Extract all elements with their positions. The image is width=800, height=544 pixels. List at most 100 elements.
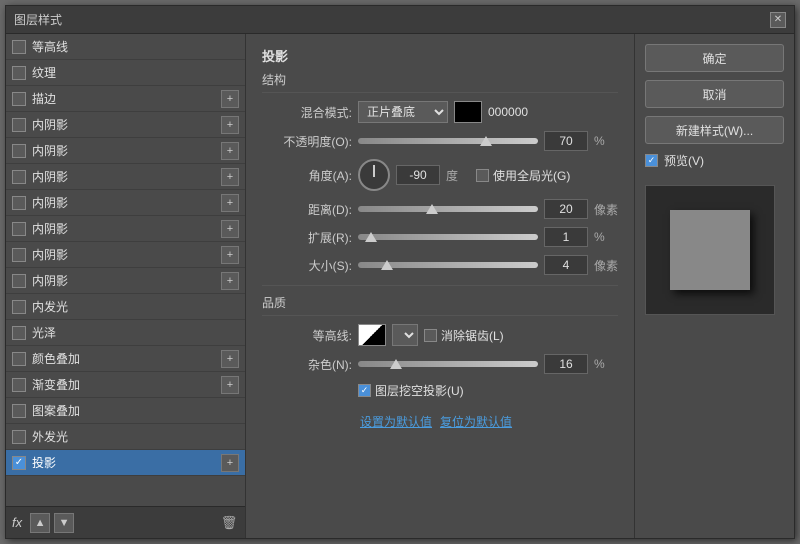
layer-knockout-row: ✓ 图层挖空投影(U) [262,382,618,399]
contour-dropdown[interactable] [392,324,418,346]
layer-item-drop-shadow[interactable]: ✓投影+ [6,450,245,476]
new-style-button[interactable]: 新建样式(W)... [645,116,784,144]
layer-knockout-checkbox[interactable]: ✓ [358,384,371,397]
quality-label: 品质 [262,294,618,316]
layer-add-btn-inner-shadow-5[interactable]: + [221,220,239,238]
size-input[interactable] [544,255,588,275]
anti-alias-row: 消除锯齿(L) [424,327,504,344]
layer-label-grain: 纹理 [32,64,239,81]
layer-item-equalization[interactable]: 等高线 [6,34,245,60]
layer-item-inner-shadow-3[interactable]: 内阴影+ [6,164,245,190]
opacity-input[interactable] [544,131,588,151]
layer-checkbox-color-overlay[interactable] [12,352,26,366]
global-light-checkbox[interactable] [476,169,489,182]
layer-add-btn-inner-shadow-7[interactable]: + [221,272,239,290]
layer-checkbox-inner-shadow-1[interactable] [12,118,26,132]
angle-unit: 度 [446,167,470,184]
contour-label: 等高线: [262,327,352,344]
layer-checkbox-inner-shadow-3[interactable] [12,170,26,184]
layer-checkbox-grain[interactable] [12,66,26,80]
layer-add-btn-drop-shadow[interactable]: + [221,454,239,472]
layer-item-inner-shadow-5[interactable]: 内阴影+ [6,216,245,242]
layer-checkbox-inner-shadow-4[interactable] [12,196,26,210]
distance-label: 距离(D): [262,201,352,218]
distance-input[interactable] [544,199,588,219]
layer-item-outer-glow[interactable]: 外发光 [6,424,245,450]
layer-checkbox-outer-glow[interactable] [12,430,26,444]
blend-color-swatch[interactable] [454,101,482,123]
layer-add-btn-inner-shadow-6[interactable]: + [221,246,239,264]
distance-slider[interactable] [358,206,538,212]
layer-add-btn-inner-shadow-3[interactable]: + [221,168,239,186]
layer-item-color-overlay[interactable]: 颜色叠加+ [6,346,245,372]
layer-checkbox-inner-shadow-6[interactable] [12,248,26,262]
layer-item-grain[interactable]: 纹理 [6,60,245,86]
layer-label-inner-shadow-1: 内阴影 [32,116,221,133]
layer-checkbox-inner-glow[interactable] [12,300,26,314]
layer-item-gradient-overlay[interactable]: 渐变叠加+ [6,372,245,398]
reset-default-button[interactable]: 复位为默认值 [440,411,512,432]
layer-item-inner-shadow-6[interactable]: 内阴影+ [6,242,245,268]
noise-input[interactable] [544,354,588,374]
layer-label-inner-shadow-4: 内阴影 [32,194,221,211]
opacity-slider[interactable] [358,138,538,144]
layer-checkbox-gloss[interactable] [12,326,26,340]
preview-checkbox[interactable]: ✓ [645,154,658,167]
layer-item-inner-shadow-1[interactable]: 内阴影+ [6,112,245,138]
title-bar: 图层样式 ✕ [6,6,794,34]
layer-item-inner-glow[interactable]: 内发光 [6,294,245,320]
blend-mode-select[interactable]: 正片叠底 [358,101,448,123]
close-button[interactable]: ✕ [770,12,786,28]
spread-input[interactable] [544,227,588,247]
set-default-button[interactable]: 设置为默认值 [360,411,432,432]
delete-button[interactable]: 🗑 [219,513,239,533]
layer-checkbox-stroke[interactable] [12,92,26,106]
layer-item-inner-shadow-2[interactable]: 内阴影+ [6,138,245,164]
size-slider[interactable] [358,262,538,268]
layer-checkbox-drop-shadow[interactable]: ✓ [12,456,26,470]
layer-checkbox-gradient-overlay[interactable] [12,378,26,392]
layer-add-btn-color-overlay[interactable]: + [221,350,239,368]
cancel-button[interactable]: 取消 [645,80,784,108]
preview-box [645,185,775,315]
blend-mode-label: 混合模式: [262,104,352,121]
distance-row: 距离(D): 像素 [262,199,618,219]
ok-button[interactable]: 确定 [645,44,784,72]
layer-item-stroke[interactable]: 描边+ [6,86,245,112]
layer-checkbox-inner-shadow-2[interactable] [12,144,26,158]
layer-checkbox-inner-shadow-7[interactable] [12,274,26,288]
size-row: 大小(S): 像素 [262,255,618,275]
layer-add-btn-inner-shadow-2[interactable]: + [221,142,239,160]
contour-thumb[interactable] [358,324,386,346]
opacity-row: 不透明度(O): % [262,131,618,151]
layer-add-btn-inner-shadow-1[interactable]: + [221,116,239,134]
angle-input[interactable] [396,165,440,185]
layer-item-inner-shadow-4[interactable]: 内阴影+ [6,190,245,216]
layer-add-btn-gradient-overlay[interactable]: + [221,376,239,394]
angle-dial[interactable] [358,159,390,191]
spread-slider[interactable] [358,234,538,240]
layer-checkbox-equalization[interactable] [12,40,26,54]
layer-checkbox-pattern-overlay[interactable] [12,404,26,418]
left-panel: 等高线纹理描边+内阴影+内阴影+内阴影+内阴影+内阴影+内阴影+内阴影+内发光光… [6,34,246,538]
blend-color-value: 000000 [488,105,528,119]
size-slider-container [358,262,538,268]
layer-item-gloss[interactable]: 光泽 [6,320,245,346]
middle-panel: 投影 结构 混合模式: 正片叠底 000000 不透明度(O): [246,34,634,538]
layer-checkbox-inner-shadow-5[interactable] [12,222,26,236]
distance-unit: 像素 [594,201,618,218]
anti-alias-checkbox[interactable] [424,329,437,342]
dialog-title: 图层样式 [14,11,62,28]
global-light-row: 使用全局光(G) [476,167,570,184]
opacity-label: 不透明度(O): [262,133,352,150]
layer-add-btn-inner-shadow-4[interactable]: + [221,194,239,212]
move-down-button[interactable]: ▼ [54,513,74,533]
layer-item-inner-shadow-7[interactable]: 内阴影+ [6,268,245,294]
layer-label-stroke: 描边 [32,90,221,107]
layer-item-pattern-overlay[interactable]: 图案叠加 [6,398,245,424]
noise-slider[interactable] [358,361,538,367]
layer-label-inner-shadow-2: 内阴影 [32,142,221,159]
left-footer: fx ▲ ▼ 🗑 [6,506,245,538]
move-up-button[interactable]: ▲ [30,513,50,533]
layer-add-btn-stroke[interactable]: + [221,90,239,108]
